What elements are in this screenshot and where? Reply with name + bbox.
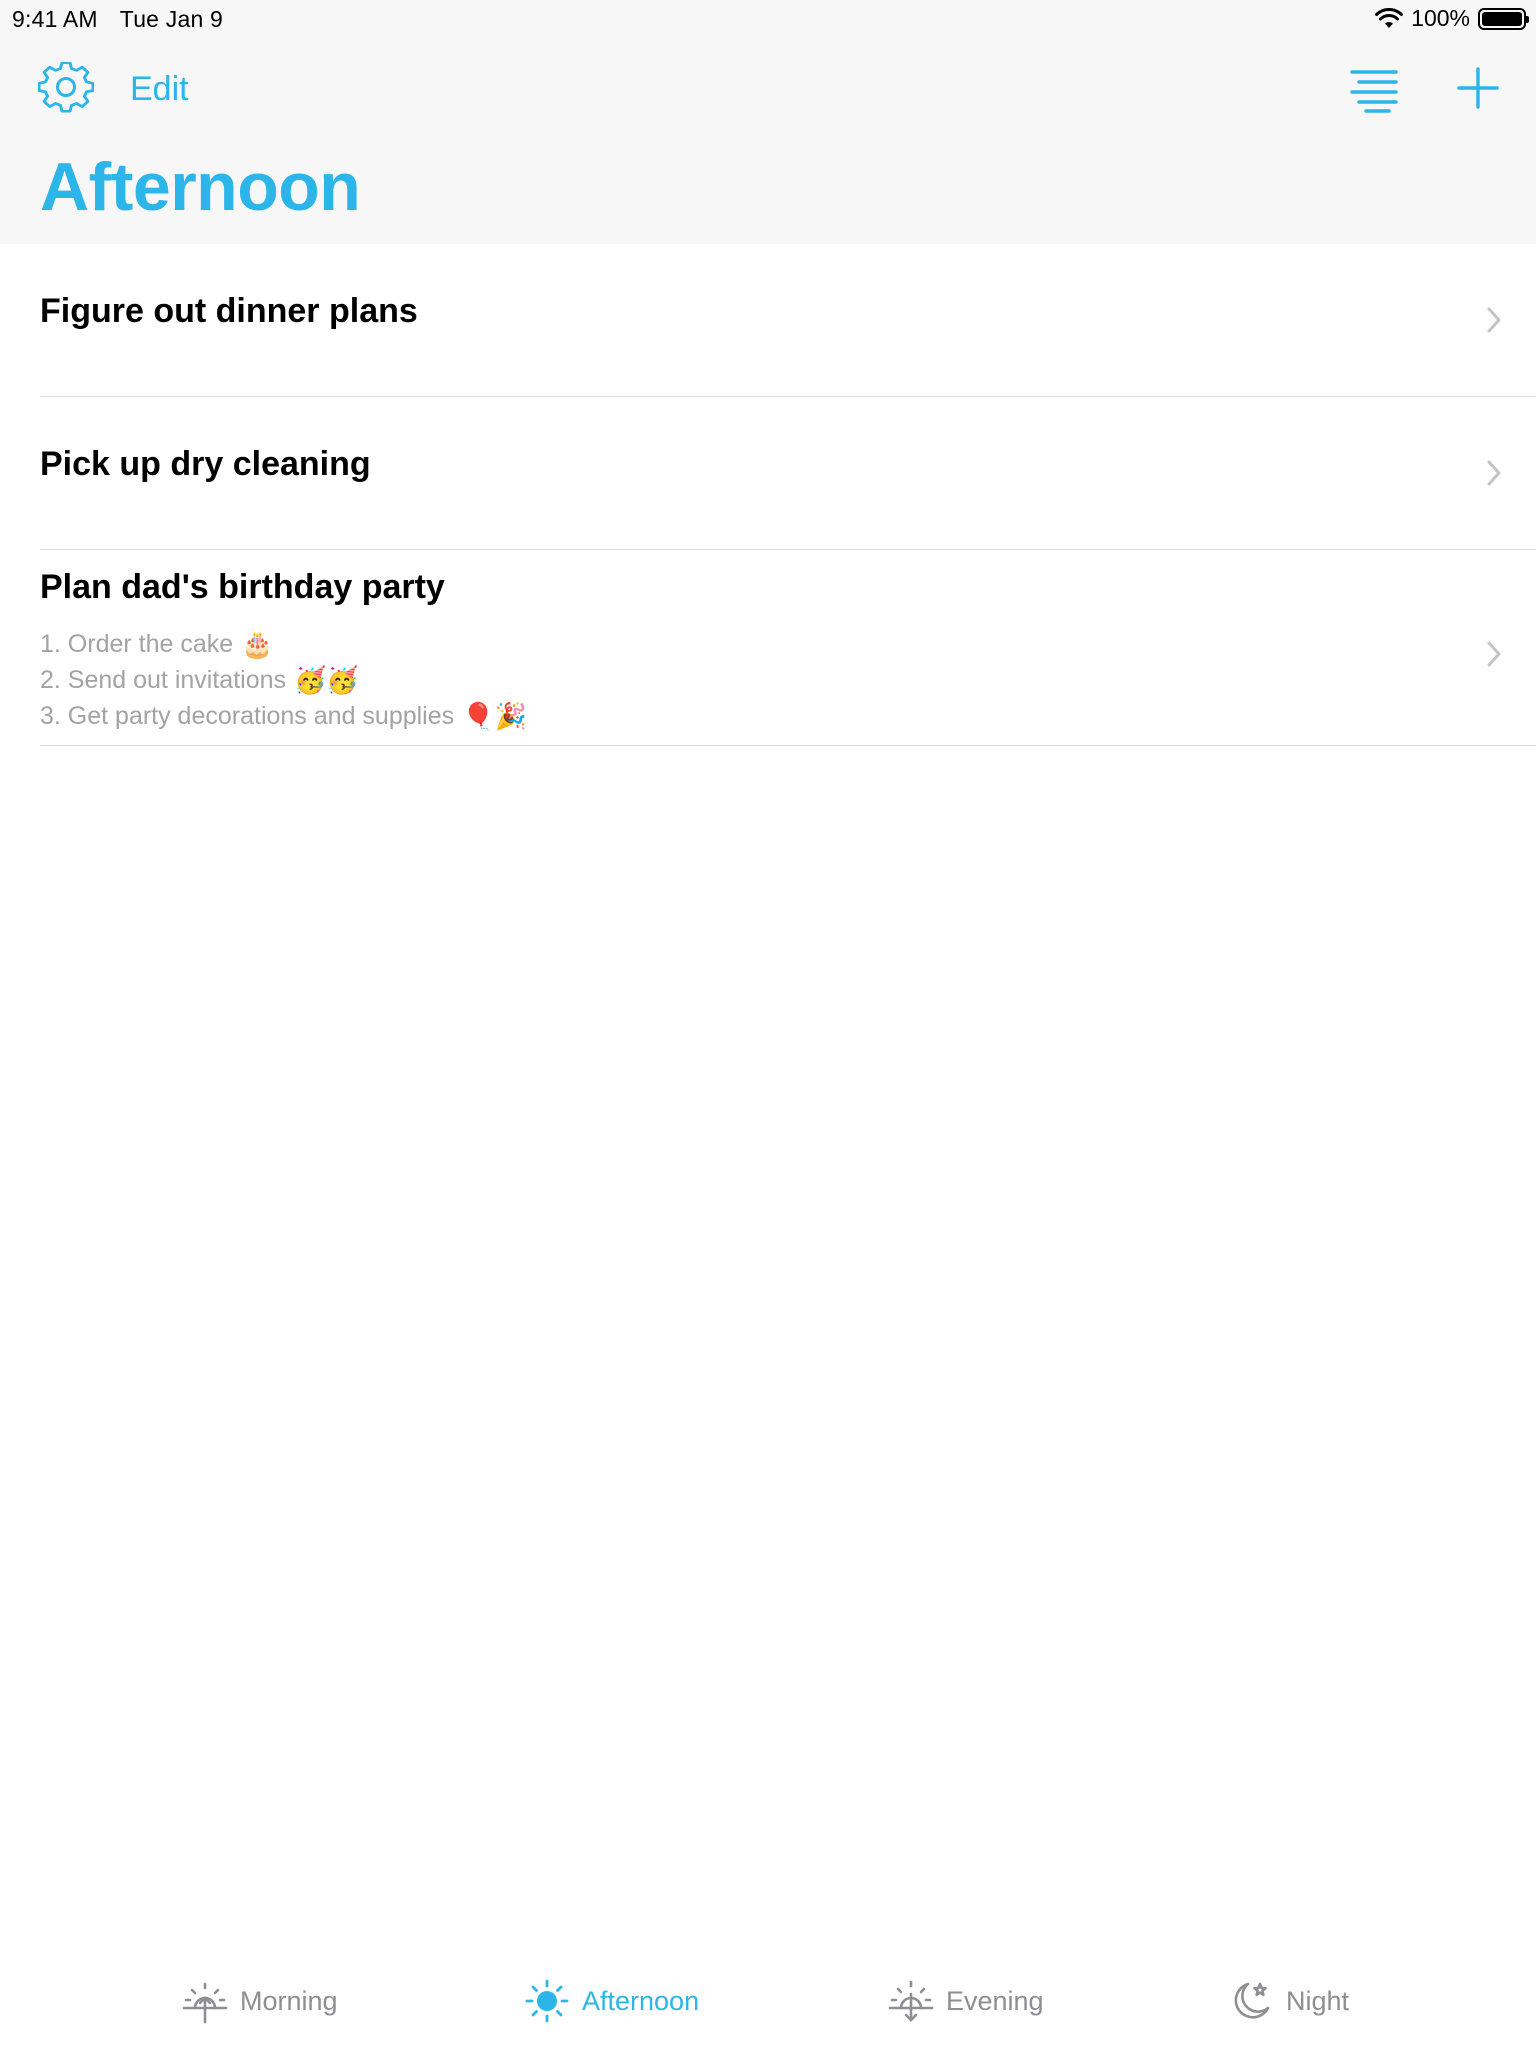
battery-tip [1526,15,1529,23]
task-row[interactable]: Pick up dry cleaning [40,397,1536,550]
note-text: 2. Send out invitations [40,666,286,694]
list-button[interactable] [1349,66,1399,114]
status-bar: 9:41 AM Tue Jan 9 100% [0,0,1536,40]
task-row[interactable]: Figure out dinner plans [40,244,1536,397]
app-screen: 9:41 AM Tue Jan 9 100% Edit Afternoon Fi… [0,0,1536,2048]
page-title: Afternoon [40,149,361,225]
tab-afternoon[interactable]: Afternoon [524,1976,699,2026]
task-title: Pick up dry cleaning [40,445,371,483]
note-text: 3. Get party decorations and supplies [40,702,455,730]
tab-label: Morning [240,1985,338,2016]
tab-bar: Morning Afternoon Evening Night [0,1952,1536,2048]
note-line: 3. Get party decorations and supplies 🎈🎉 [40,698,527,734]
add-button[interactable] [1456,66,1500,110]
note-emoji: 🎈🎉 [462,701,527,731]
sunrise-icon [182,1982,228,2024]
note-line: 2. Send out invitations 🥳🥳 [40,662,527,698]
tab-morning[interactable]: Morning [182,1976,338,2026]
nav-header: Edit Afternoon [0,40,1536,244]
battery-fill [1482,11,1522,26]
note-emoji: 🎂 [241,629,274,659]
chevron-right-icon [1487,307,1501,333]
task-title: Plan dad's birthday party [40,568,445,606]
task-notes: 1. Order the cake 🎂 2. Send out invitati… [40,626,527,734]
task-row[interactable]: Plan dad's birthday party 1. Order the c… [40,550,1536,746]
tab-label: Night [1286,1985,1350,2016]
gear-icon [37,61,95,113]
note-line: 1. Order the cake 🎂 [40,626,527,662]
status-left: 9:41 AM Tue Jan 9 [12,6,223,33]
status-time: 9:41 AM [12,6,98,32]
wifi-icon [1375,7,1404,28]
note-emoji: 🥳🥳 [294,665,359,695]
task-title: Figure out dinner plans [40,292,418,330]
edit-button[interactable]: Edit [130,70,189,109]
tab-evening[interactable]: Evening [888,1976,1044,2026]
task-list: Figure out dinner plans Pick up dry clea… [0,244,1536,746]
tab-night[interactable]: Night [1228,1976,1349,2026]
chevron-right-icon [1487,460,1501,486]
battery-icon [1478,7,1529,30]
moon-icon [1234,1982,1270,2019]
status-right: 100% [1375,5,1529,32]
list-icon [1350,70,1398,113]
note-text: 1. Order the cake [40,630,234,658]
status-date: Tue Jan 9 [119,6,224,32]
sun-icon [525,1979,569,2023]
tab-label: Afternoon [582,1985,700,2016]
tab-label: Evening [946,1985,1044,2016]
settings-button[interactable] [37,61,95,118]
chevron-right-icon [1487,641,1501,667]
sunset-icon [888,1980,934,2022]
battery-percent: 100% [1411,5,1470,31]
plus-icon [1457,67,1499,109]
